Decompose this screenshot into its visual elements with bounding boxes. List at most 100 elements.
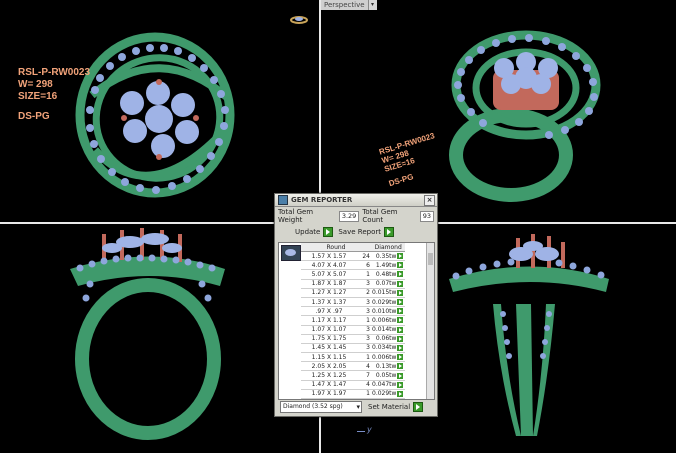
gem-count: 3: [357, 297, 371, 308]
table-row[interactable]: 5.07 X 5.07 1 0.48tw: [301, 269, 406, 280]
total-weight-label: Total Gem Weight: [278, 208, 314, 224]
gem-table-scrollbar[interactable]: [426, 243, 434, 399]
gem-count: 3: [357, 343, 371, 354]
row-select-button[interactable]: [397, 354, 404, 361]
table-row[interactable]: 1.15 X 1.15 1 0.006tw: [301, 352, 406, 363]
gem-size: 1.75 X 1.75: [301, 334, 357, 344]
table-row[interactable]: 1.97 X 1.97 1 0.029tw: [301, 389, 406, 399]
ring-perspective-view: [449, 30, 601, 202]
table-row[interactable]: 1.47 X 1.47 4 0.047tw: [301, 380, 406, 390]
viewport-bottom-left[interactable]: [0, 224, 319, 453]
row-select-button[interactable]: [397, 280, 404, 287]
row-select-button[interactable]: [397, 308, 404, 315]
save-report-label: Save Report: [338, 228, 381, 236]
table-row[interactable]: 1.27 X 1.27 2 0.015tw: [301, 288, 406, 298]
table-row[interactable]: 2.05 X 2.05 4 0.13tw: [301, 361, 406, 372]
gem-count: 3: [357, 279, 371, 289]
update-label: Update: [295, 228, 321, 236]
gem-count: 7: [357, 370, 371, 381]
material-row: Diamond (3.52 spg) Set Material: [280, 401, 428, 413]
design-code: RSL-P-RW0023: [18, 67, 91, 78]
gem-count: 2: [357, 288, 371, 298]
gem-size: 1.25 X 1.25: [301, 370, 357, 381]
table-row[interactable]: 1.87 X 1.87 3 0.07tw: [301, 279, 406, 289]
gem-size: 1.37 X 1.37: [301, 297, 357, 308]
gem-reporter-panel[interactable]: GEM REPORTER × Total Gem Weight 3.29 Tot…: [274, 193, 438, 417]
table-row[interactable]: 2.17 X 2.1710.038tw: [301, 398, 406, 399]
gem-count: 1: [357, 398, 371, 399]
table-row[interactable]: 1.45 X 1.45 3 0.034tw: [301, 343, 406, 354]
table-row[interactable]: .97 X .97 3 0.010tw: [301, 306, 406, 317]
row-go-cell: [397, 260, 406, 271]
material-select[interactable]: Diamond (3.52 spg): [280, 401, 362, 413]
table-row[interactable]: 1.37 X 1.37 3 0.029tw: [301, 297, 406, 308]
gem-size: .97 X .97: [301, 306, 357, 317]
row-go-cell: [397, 334, 406, 344]
row-go-cell: [397, 398, 406, 399]
gem-size: 1.47 X 1.47: [301, 380, 357, 390]
row-select-button[interactable]: [397, 363, 404, 370]
row-select-button[interactable]: [397, 372, 404, 379]
gem-size: 1.27 X 1.27: [301, 288, 357, 298]
gem-count: 1: [357, 389, 371, 399]
material-select-value: Diamond: [283, 403, 311, 410]
table-row[interactable]: 1.25 X 1.25 7 0.05tw: [301, 370, 406, 381]
row-select-button[interactable]: [397, 271, 404, 278]
save-report-button[interactable]: [383, 227, 394, 237]
row-select-button[interactable]: [397, 390, 404, 397]
row-go-cell: [397, 269, 406, 280]
gem-weight: 0.038tw: [371, 398, 398, 399]
table-row[interactable]: 1.57 X 1.57 24 0.35tw: [301, 251, 406, 262]
table-row[interactable]: 1.07 X 1.07 3 0.014tw: [301, 325, 406, 335]
gem-weight: 0.034tw: [371, 343, 398, 354]
set-material-button[interactable]: [413, 402, 424, 412]
gem-table[interactable]: Round Diamond 1.57 X 1.57 24 0.35tw 4.07 X …: [278, 242, 435, 400]
row-select-button[interactable]: [397, 262, 404, 269]
table-row[interactable]: 1.17 X 1.17 1 0.006tw: [301, 315, 406, 326]
gem-list: Round Diamond 1.57 X 1.57 24 0.35tw 4.07 X …: [301, 243, 406, 399]
chevron-down-icon[interactable]: ▾: [368, 0, 377, 10]
gem-size: 2.05 X 2.05: [301, 361, 357, 372]
set-material-label: Set Material: [368, 403, 411, 411]
gem-size: 4.07 X 4.07: [301, 260, 357, 271]
gem-size: 1.87 X 1.87: [301, 279, 357, 289]
row-select-button[interactable]: [397, 253, 404, 260]
table-row[interactable]: 4.07 X 4.07 6 1.49tw: [301, 260, 406, 271]
viewport-top-right[interactable]: RSL-P-RW0023 W= 298 SIZE=16 DS-PG: [321, 0, 676, 222]
gem-weight: 0.047tw: [371, 380, 398, 390]
row-select-button[interactable]: [397, 299, 404, 306]
table-row[interactable]: 1.75 X 1.75 3 0.06tw: [301, 334, 406, 344]
gem-reporter-titlebar[interactable]: GEM REPORTER ×: [275, 194, 437, 207]
gem-count: 4: [357, 380, 371, 390]
row-select-button[interactable]: [397, 381, 404, 388]
update-button[interactable]: [323, 227, 334, 237]
viewport-mode-selector[interactable]: Perspective ▾: [321, 0, 377, 10]
gem-size: 1.15 X 1.15: [301, 352, 357, 363]
scrollbar-thumb[interactable]: [428, 253, 433, 265]
gem-weight: 0.010tw: [371, 306, 398, 317]
row-go-cell: [397, 389, 406, 399]
column-header-shape: Round: [301, 243, 371, 252]
close-icon[interactable]: ×: [424, 194, 435, 206]
row-select-button[interactable]: [397, 289, 404, 296]
axis-y-label: y: [367, 425, 372, 434]
gem-size: 1.97 X 1.97: [301, 389, 357, 399]
row-select-button[interactable]: [397, 317, 404, 324]
gem-shape-thumbnail[interactable]: [281, 245, 301, 261]
row-select-button[interactable]: [397, 326, 404, 333]
row-go-cell: [397, 361, 406, 372]
row-go-cell: [397, 288, 406, 298]
row-select-button[interactable]: [397, 344, 404, 351]
gem-weight: 0.13tw: [371, 361, 398, 372]
row-go-cell: [397, 370, 406, 381]
viewport-top-left[interactable]: RSL-P-RW0023 W= 298 SIZE=16 DS-PG: [0, 0, 319, 222]
row-go-cell: [397, 380, 406, 390]
gem-count: 3: [357, 334, 371, 344]
design-label-top-left: RSL-P-RW0023 W= 298 SIZE=16 DS-PG: [18, 67, 90, 123]
total-count-value: 93: [419, 210, 434, 222]
row-go-cell: [397, 315, 406, 326]
gem-weight: 0.05tw: [371, 370, 398, 381]
row-go-cell: [397, 343, 406, 354]
row-go-cell: [397, 352, 406, 363]
row-select-button[interactable]: [397, 335, 404, 342]
